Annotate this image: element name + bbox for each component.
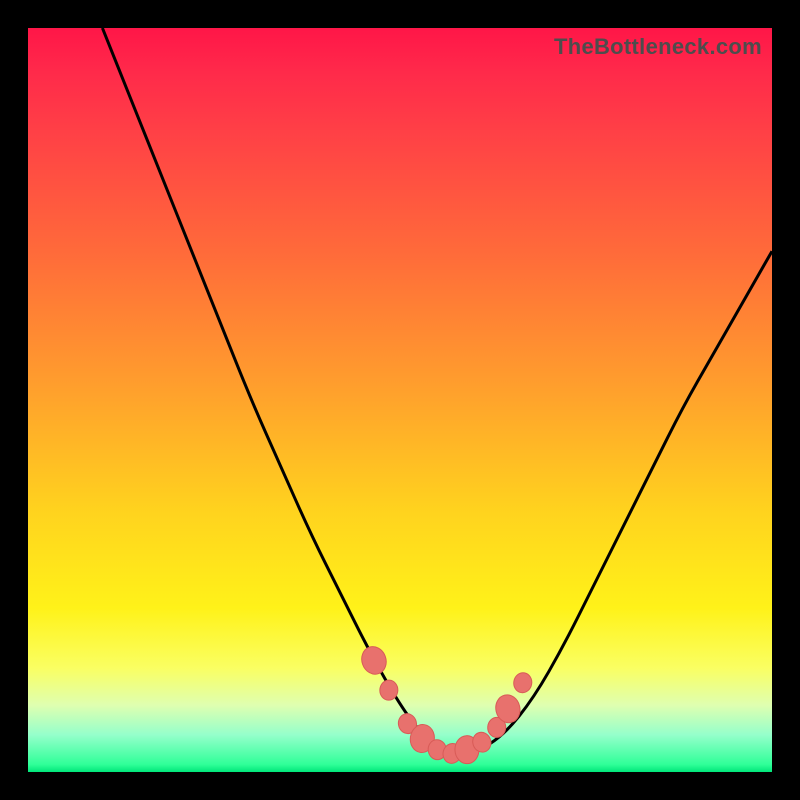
highlight-marker (512, 671, 533, 694)
chart-frame: TheBottleneck.com (0, 0, 800, 800)
plot-area: TheBottleneck.com (28, 28, 772, 772)
bottleneck-curve (102, 28, 772, 756)
highlight-marker (379, 680, 398, 701)
chart-svg (28, 28, 772, 772)
highlight-marker (358, 643, 390, 678)
